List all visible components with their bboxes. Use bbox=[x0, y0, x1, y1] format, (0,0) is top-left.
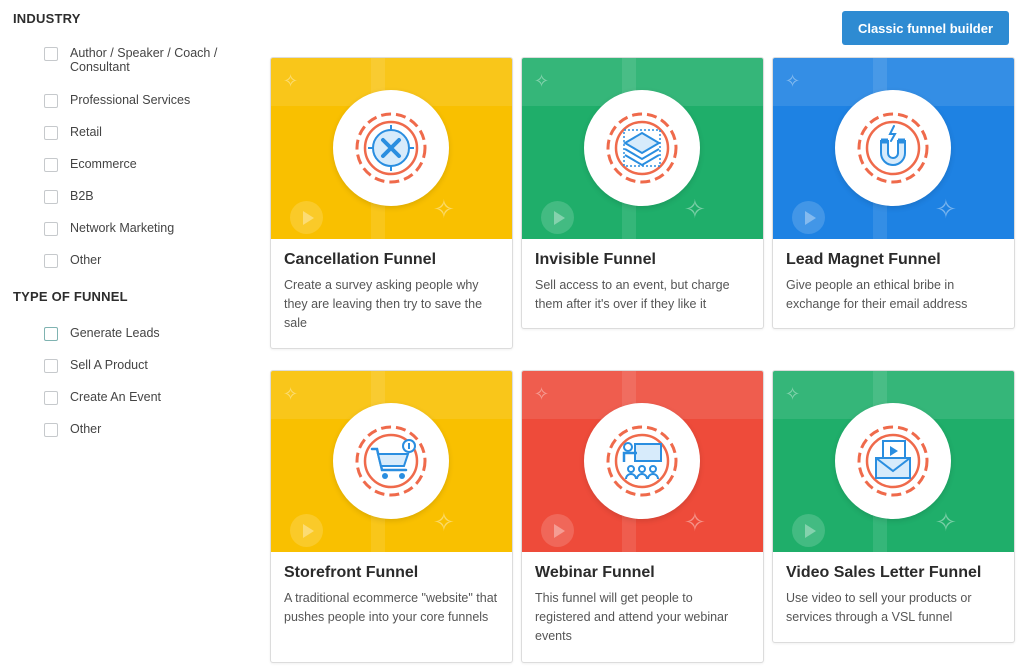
card-description: Give people an ethical bribe in exchange… bbox=[786, 278, 968, 311]
filter-industry-retail[interactable]: Retail bbox=[44, 125, 230, 140]
play-icon bbox=[290, 201, 323, 234]
card-hero: ✧ ✧ bbox=[773, 58, 1014, 239]
card-description: Use video to sell your products or servi… bbox=[786, 591, 972, 624]
play-icon bbox=[541, 514, 574, 547]
card-title: Cancellation Funnel bbox=[284, 251, 437, 268]
filter-type-sell-a-product[interactable]: Sell A Product bbox=[44, 358, 230, 373]
filter-label: Author / Speaker / Coach / Consultant bbox=[70, 46, 218, 74]
card-title: Webinar Funnel bbox=[535, 564, 655, 581]
checkbox[interactable] bbox=[44, 327, 58, 341]
checkbox[interactable] bbox=[44, 391, 58, 405]
play-icon bbox=[541, 201, 574, 234]
sparkle-icon: ✧ bbox=[935, 194, 957, 224]
sparkle-icon: ✧ bbox=[433, 194, 455, 224]
cancel-x-icon bbox=[333, 90, 449, 206]
funnel-card-cancellation[interactable]: ✧ ✧ Cancellation Funnel Create a survey … bbox=[270, 57, 513, 349]
funnel-card-video-sales-letter[interactable]: ✧ ✧ Video Sales Letter Funnel Use video … bbox=[772, 370, 1015, 643]
filter-label: Other bbox=[70, 253, 102, 267]
card-hero: ✧ ✧ bbox=[271, 58, 512, 239]
sparkle-icon: ✧ bbox=[684, 194, 706, 224]
filter-label: Retail bbox=[70, 125, 102, 139]
card-description: Create a survey asking people why they a… bbox=[284, 278, 483, 330]
sparkle-icon: ✧ bbox=[935, 507, 957, 537]
filter-label: Sell A Product bbox=[70, 358, 148, 372]
filter-label: Generate Leads bbox=[70, 326, 160, 340]
filter-label: Other bbox=[70, 422, 102, 436]
filter-industry-network-marketing[interactable]: Network Marketing bbox=[44, 221, 230, 236]
filter-type-create-an-event[interactable]: Create An Event bbox=[44, 390, 230, 405]
sparkle-icon: ✧ bbox=[534, 384, 550, 404]
funnel-card-webinar[interactable]: ✧ ✧ Webinar Funnel This funnel will get … bbox=[521, 370, 764, 663]
filter-type-other[interactable]: Other bbox=[44, 422, 230, 437]
checkbox[interactable] bbox=[44, 94, 58, 108]
filter-label: B2B bbox=[70, 189, 94, 203]
checkbox[interactable] bbox=[44, 190, 58, 204]
filter-label: Network Marketing bbox=[70, 221, 175, 235]
video-envelope-icon bbox=[835, 403, 951, 519]
classic-funnel-builder-button[interactable]: Classic funnel builder bbox=[842, 11, 1009, 45]
layers-icon bbox=[584, 90, 700, 206]
play-icon bbox=[792, 201, 825, 234]
card-title: Lead Magnet Funnel bbox=[786, 251, 941, 268]
filter-industry-professional-services[interactable]: Professional Services bbox=[44, 93, 230, 108]
funnel-card-lead-magnet[interactable]: ✧ ✧ Lead Magnet Funnel Give people an et… bbox=[772, 57, 1015, 329]
filter-label: Create An Event bbox=[70, 390, 162, 404]
filter-industry-other[interactable]: Other bbox=[44, 253, 230, 268]
filter-label: Professional Services bbox=[70, 93, 191, 107]
checkbox[interactable] bbox=[44, 222, 58, 236]
filter-industry-b2b[interactable]: B2B bbox=[44, 189, 230, 204]
card-description: A traditional ecommerce "website" that p… bbox=[284, 591, 498, 624]
webinar-presenter-icon bbox=[584, 403, 700, 519]
checkbox[interactable] bbox=[44, 47, 58, 61]
card-hero: ✧ ✧ bbox=[522, 371, 763, 552]
card-title: Storefront Funnel bbox=[284, 564, 419, 581]
card-description: Sell access to an event, but charge them… bbox=[535, 278, 730, 311]
card-hero: ✧ ✧ bbox=[271, 371, 512, 552]
card-title: Video Sales Letter Funnel bbox=[786, 564, 982, 581]
funnel-card-invisible[interactable]: ✧ ✧ Invisible Funnel Sell access to an e… bbox=[521, 57, 764, 329]
magnet-icon bbox=[835, 90, 951, 206]
funnel-type-heading: TYPE OF FUNNEL bbox=[13, 289, 128, 304]
sparkle-icon: ✧ bbox=[534, 71, 550, 91]
sparkle-icon: ✧ bbox=[684, 507, 706, 537]
checkbox[interactable] bbox=[44, 158, 58, 172]
filter-type-generate-leads[interactable]: Generate Leads bbox=[44, 326, 230, 341]
card-description: This funnel will get people to registere… bbox=[535, 591, 729, 643]
filter-industry-ecommerce[interactable]: Ecommerce bbox=[44, 157, 230, 172]
sparkle-icon: ✧ bbox=[785, 384, 801, 404]
checkbox[interactable] bbox=[44, 423, 58, 437]
sparkle-icon: ✧ bbox=[283, 384, 299, 404]
checkbox[interactable] bbox=[44, 254, 58, 268]
sparkle-icon: ✧ bbox=[283, 71, 299, 91]
play-icon bbox=[290, 514, 323, 547]
filter-label: Ecommerce bbox=[70, 157, 137, 171]
card-hero: ✧ ✧ bbox=[522, 58, 763, 239]
sparkle-icon: ✧ bbox=[785, 71, 801, 91]
card-title: Invisible Funnel bbox=[535, 251, 656, 268]
shopping-cart-icon bbox=[333, 403, 449, 519]
card-hero: ✧ ✧ bbox=[773, 371, 1014, 552]
industry-heading: INDUSTRY bbox=[13, 11, 81, 26]
checkbox[interactable] bbox=[44, 359, 58, 373]
funnel-card-storefront[interactable]: ✧ ✧ Storefront Funnel A traditional ecom… bbox=[270, 370, 513, 663]
sparkle-icon: ✧ bbox=[433, 507, 455, 537]
checkbox[interactable] bbox=[44, 126, 58, 140]
play-icon bbox=[792, 514, 825, 547]
filter-industry-author[interactable]: Author / Speaker / Coach / Consultant bbox=[44, 46, 230, 74]
